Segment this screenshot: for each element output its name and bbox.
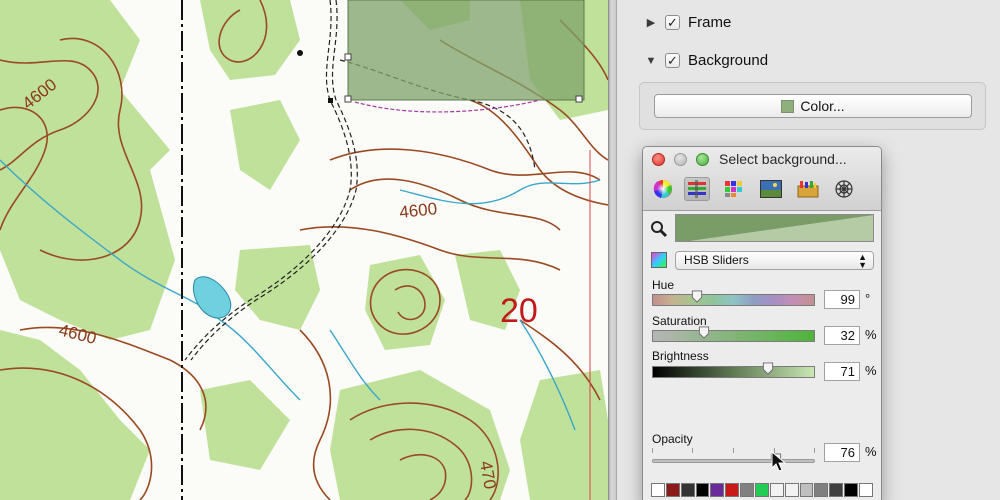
frame-label: Frame xyxy=(688,14,732,31)
background-checkbox[interactable]: ✓ xyxy=(665,53,680,68)
magnifier-icon[interactable] xyxy=(650,220,668,241)
palette-swatch[interactable] xyxy=(814,483,829,497)
palette-swatch[interactable] xyxy=(844,483,859,497)
frame-group: ▶ ✓ Frame xyxy=(645,14,732,31)
mouse-cursor-icon xyxy=(771,451,787,472)
crayons-icon[interactable] xyxy=(795,177,821,201)
resize-handle[interactable] xyxy=(344,95,352,103)
swatch-preview xyxy=(676,215,873,241)
color-button[interactable]: Color... xyxy=(654,94,972,118)
palette-swatch[interactable] xyxy=(740,483,755,497)
opacity-tick xyxy=(652,448,653,453)
palette-swatch[interactable] xyxy=(769,483,784,497)
color-sliders-icon[interactable] xyxy=(684,177,710,201)
splitter[interactable] xyxy=(608,0,617,500)
palette-swatch[interactable] xyxy=(665,483,680,497)
opacity-tick xyxy=(733,448,734,453)
dashed-boundary xyxy=(354,99,541,113)
palette-swatch[interactable] xyxy=(651,483,665,497)
brightness-slider-knob[interactable] xyxy=(762,362,774,375)
saturation-slider[interactable] xyxy=(652,330,815,342)
opacity-value-field[interactable]: 76 xyxy=(824,443,860,462)
brightness-value-field[interactable]: 71 xyxy=(824,362,860,381)
current-color-swatch[interactable] xyxy=(675,214,874,242)
color-picker-window: Select background... HSB Sliders ▲ ▼ Hue… xyxy=(642,146,882,500)
background-group: ▼ ✓ Background xyxy=(645,52,769,69)
color-swatch xyxy=(781,99,795,113)
frame-checkbox[interactable]: ✓ xyxy=(665,15,680,30)
picker-mode-value: HSB Sliders xyxy=(684,253,749,267)
resize-handle[interactable] xyxy=(575,95,583,103)
saturation-slider-knob[interactable] xyxy=(698,326,710,339)
pond xyxy=(193,276,232,319)
opacity-tick xyxy=(692,448,693,453)
topo-map: 4600 4600 4600 470 20 xyxy=(0,0,608,500)
window-title: Select background... xyxy=(719,151,847,167)
color-space-icon[interactable] xyxy=(651,252,667,271)
zoom-icon[interactable] xyxy=(696,153,709,166)
palette-swatch[interactable] xyxy=(680,483,695,497)
hue-value-field[interactable]: 99 xyxy=(824,290,860,309)
web-colors-icon[interactable] xyxy=(831,177,857,201)
background-options-box: Color... xyxy=(639,82,986,130)
picker-body: HSB Sliders ▲ ▼ Hue 99 ° Saturation 32 % … xyxy=(643,211,881,500)
color-wheel-icon[interactable] xyxy=(650,177,676,201)
palette-swatch[interactable] xyxy=(725,483,740,497)
palette-swatch[interactable] xyxy=(784,483,799,497)
opacity-slider[interactable] xyxy=(652,459,815,463)
palette-swatch[interactable] xyxy=(755,483,769,497)
saturation-unit: % xyxy=(865,327,877,342)
selected-map-item[interactable] xyxy=(344,0,585,103)
resize-handle[interactable] xyxy=(344,53,352,61)
palette-swatch[interactable] xyxy=(829,483,844,497)
title-bar[interactable]: Select background... xyxy=(643,147,881,211)
opacity-label: Opacity xyxy=(652,432,693,446)
close-icon[interactable] xyxy=(652,153,665,166)
background-label: Background xyxy=(688,52,769,69)
image-palettes-icon[interactable] xyxy=(758,177,784,201)
brightness-unit: % xyxy=(865,363,877,378)
saturation-value-field[interactable]: 32 xyxy=(824,326,860,345)
hue-slider[interactable] xyxy=(652,294,815,306)
select-arrows-icon: ▲ ▼ xyxy=(858,252,867,270)
palette-swatch[interactable] xyxy=(859,483,873,497)
color-palettes-icon[interactable] xyxy=(721,177,747,201)
hue-unit: ° xyxy=(865,291,871,306)
opacity-tick xyxy=(814,448,815,453)
opacity-unit: % xyxy=(865,444,877,459)
disclosure-right-icon[interactable]: ▶ xyxy=(645,17,657,29)
palette-swatch[interactable] xyxy=(710,483,725,497)
swatch-palette xyxy=(651,483,873,500)
disclosure-down-icon[interactable]: ▼ xyxy=(645,55,657,67)
contour-label-2: 4600 xyxy=(398,199,438,222)
hue-slider-knob[interactable] xyxy=(691,290,703,303)
picker-mode-select[interactable]: HSB Sliders ▲ ▼ xyxy=(675,251,874,270)
section-number: 20 xyxy=(500,292,538,330)
color-button-label: Color... xyxy=(800,98,845,114)
brightness-slider[interactable] xyxy=(652,366,815,378)
hue-label: Hue xyxy=(652,278,675,292)
map-canvas[interactable]: 4600 4600 4600 470 20 xyxy=(0,0,608,500)
minimize-icon[interactable] xyxy=(674,153,687,166)
brightness-label: Brightness xyxy=(652,349,709,363)
palette-swatch[interactable] xyxy=(799,483,814,497)
palette-swatch[interactable] xyxy=(695,483,710,497)
